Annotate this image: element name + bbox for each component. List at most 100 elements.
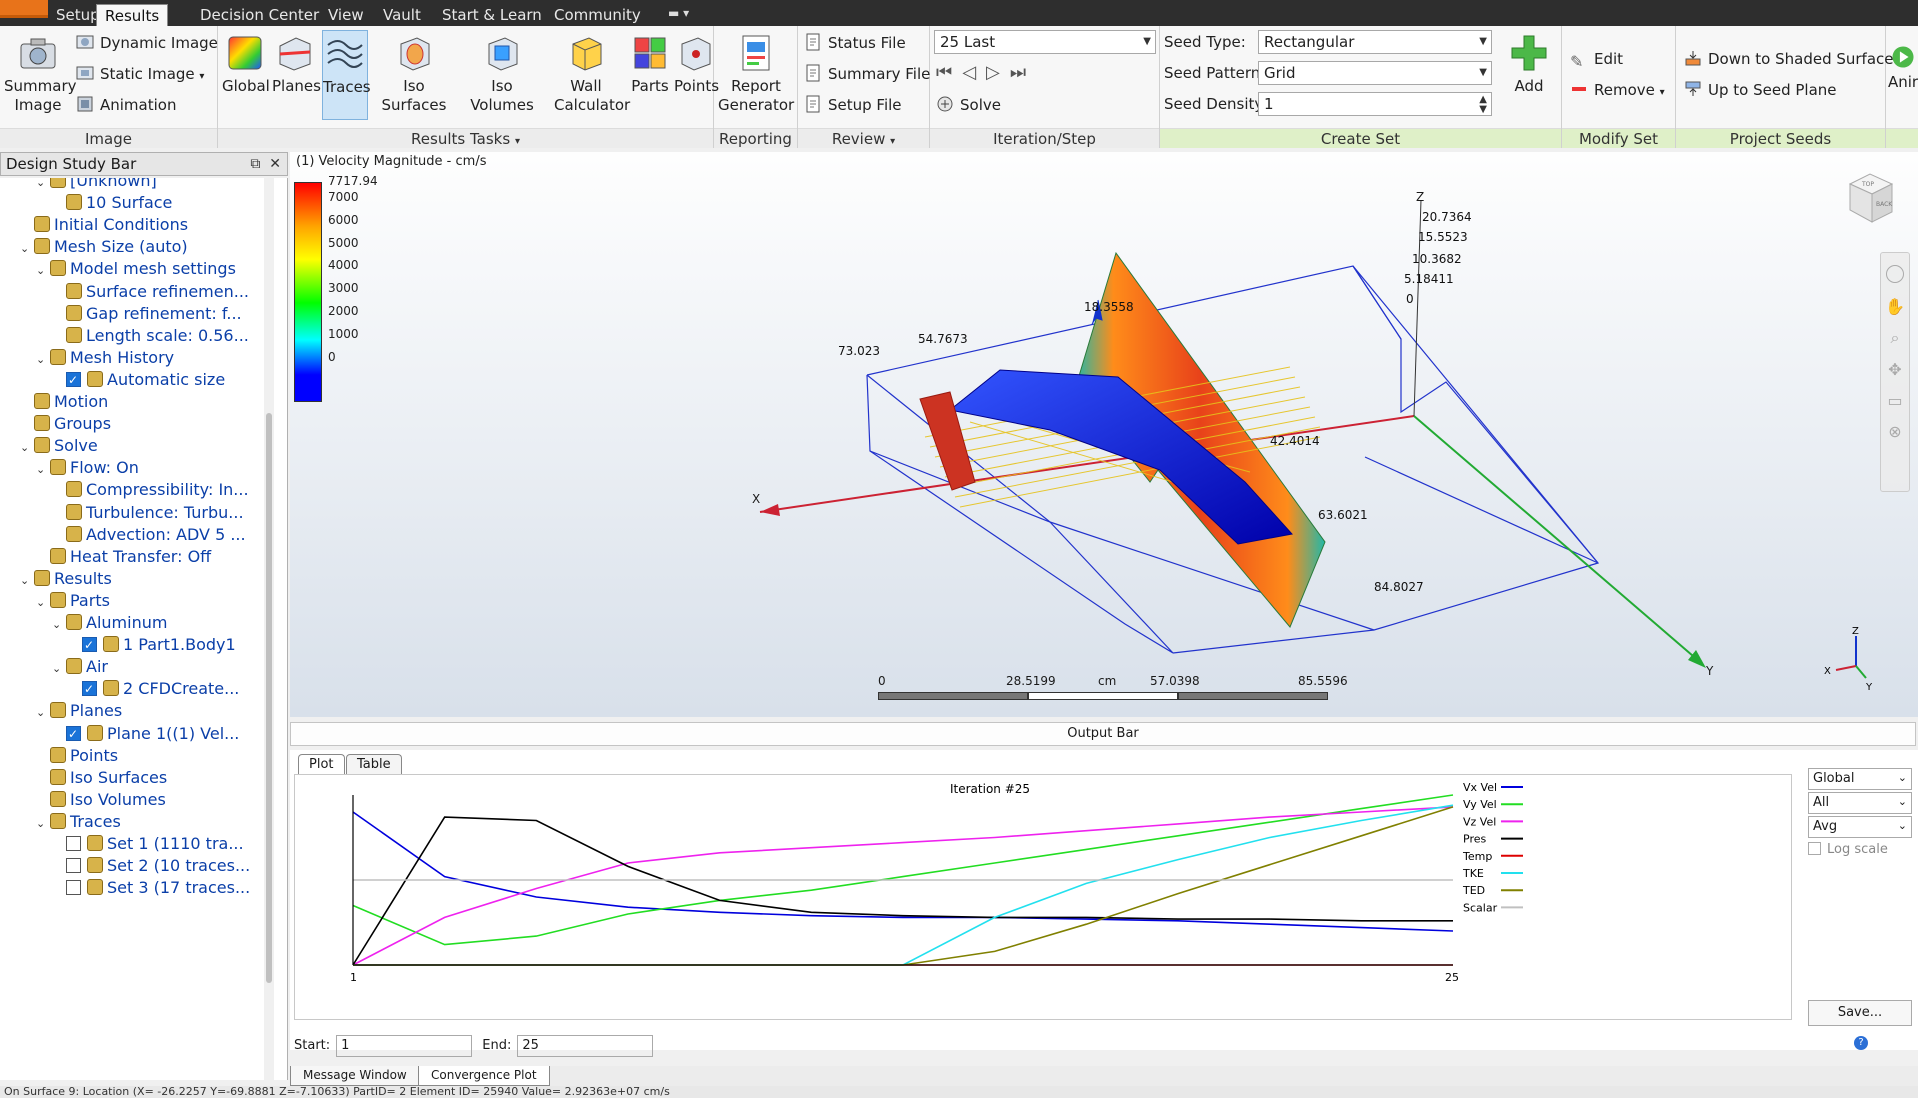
animation-button[interactable]: Animation xyxy=(76,92,176,118)
pan-icon[interactable]: ✋ xyxy=(1881,297,1909,316)
look-icon[interactable]: ▭ xyxy=(1881,391,1909,410)
visibility-checkbox[interactable] xyxy=(66,836,81,851)
tree-item-label: Results xyxy=(54,568,112,588)
wall-calculator-button[interactable]: Wall Calculator xyxy=(548,30,630,120)
save-plot-button[interactable]: Save... xyxy=(1808,1000,1912,1026)
settings-icon[interactable]: ⊗ xyxy=(1881,422,1909,441)
close-icon[interactable]: ✕ xyxy=(269,156,281,172)
iso-surfaces-button[interactable]: Iso Surfaces xyxy=(372,30,456,120)
series-line-vz-vel xyxy=(352,806,1454,966)
report-icon xyxy=(742,35,770,71)
tab-start-learn[interactable]: Start & Learn xyxy=(434,4,550,26)
zoom-icon[interactable]: ⌕ xyxy=(1881,328,1909,348)
expand-chevron-icon[interactable]: ⌄ xyxy=(36,457,50,483)
iso-surfaces-icon xyxy=(400,37,430,71)
parts-select[interactable]: All ⌄ xyxy=(1808,792,1912,814)
summary-image-button[interactable]: Summary Image xyxy=(4,30,77,120)
tab-message-window[interactable]: Message Window xyxy=(290,1066,420,1086)
expand-chevron-icon[interactable]: ⌄ xyxy=(36,590,50,616)
expand-chevron-icon[interactable]: ⌄ xyxy=(36,178,50,196)
iso-volumes-button[interactable]: Iso Volumes xyxy=(460,30,544,120)
static-image-button[interactable]: Static Image ▾ xyxy=(76,61,204,87)
planes-button[interactable]: Planes xyxy=(272,30,321,120)
remove-set-button[interactable]: Remove ▾ xyxy=(1570,77,1665,103)
stepper-arrows-icon[interactable]: ▲ ▼ xyxy=(1479,95,1487,115)
expand-chevron-icon[interactable]: ⌄ xyxy=(36,700,50,726)
animation-play-label: Anir xyxy=(1888,73,1918,91)
tree-item-label: Motion xyxy=(54,392,109,411)
expand-chevron-icon[interactable]: ⌄ xyxy=(20,568,34,594)
visibility-checkbox[interactable] xyxy=(66,721,81,747)
next-step-icon[interactable]: ▷ xyxy=(986,62,1010,83)
expand-chevron-icon[interactable]: ⌄ xyxy=(52,656,66,682)
review-group-label[interactable]: Review ▾ xyxy=(798,128,929,148)
visibility-checkbox[interactable] xyxy=(82,676,97,702)
statistic-select[interactable]: Avg ⌄ xyxy=(1808,816,1912,838)
solve-button[interactable]: Solve xyxy=(936,92,1001,118)
chevron-down-icon[interactable]: ▾ xyxy=(199,71,204,82)
seed-pattern-select[interactable]: Grid ▼ xyxy=(1258,61,1492,85)
parts-button[interactable]: Parts xyxy=(628,30,672,120)
application-menu-button[interactable] xyxy=(0,0,48,18)
quick-access-dropdown-icon[interactable]: ▬ ▾ xyxy=(668,6,704,22)
up-to-seed-plane-button[interactable]: Up to Seed Plane xyxy=(1684,77,1837,103)
scrollbar-thumb[interactable] xyxy=(266,413,272,983)
expand-chevron-icon[interactable]: ⌄ xyxy=(36,811,50,837)
tab-table[interactable]: Table xyxy=(346,754,402,774)
design-study-bar-title: Design Study Bar xyxy=(6,155,137,173)
visibility-checkbox[interactable] xyxy=(66,367,81,393)
seed-density-stepper[interactable]: 1 ▲ ▼ xyxy=(1258,92,1492,116)
planes-label: Planes xyxy=(272,77,321,95)
expand-chevron-icon[interactable]: ⌄ xyxy=(52,612,66,638)
tree-scrollbar[interactable] xyxy=(264,178,274,1080)
tab-vault[interactable]: Vault xyxy=(375,4,429,26)
animation-play-button[interactable]: Anir xyxy=(1888,30,1918,120)
float-panel-icon[interactable]: ⧉ xyxy=(250,156,260,172)
traces-button[interactable]: Traces xyxy=(322,30,371,120)
tab-view[interactable]: View xyxy=(320,4,372,26)
tab-plot[interactable]: Plot xyxy=(298,754,345,774)
checkbox-box[interactable] xyxy=(1808,842,1821,855)
tab-convergence-plot[interactable]: Convergence Plot xyxy=(418,1066,550,1086)
first-step-icon[interactable]: ⏮ xyxy=(936,62,962,83)
help-icon[interactable]: ? xyxy=(1854,1036,1868,1050)
start-input[interactable]: 1 xyxy=(336,1035,473,1057)
tree-item-label: Iso Volumes xyxy=(70,789,166,809)
tab-community[interactable]: Community xyxy=(546,4,649,26)
expand-chevron-icon[interactable]: ⌄ xyxy=(36,258,50,284)
expand-chevron-icon[interactable]: ⌄ xyxy=(36,347,50,373)
tab-results[interactable]: Results xyxy=(96,4,169,26)
legend-entry-label: TKE xyxy=(1462,867,1484,880)
status-file-button[interactable]: Status File xyxy=(804,30,906,56)
visibility-checkbox[interactable] xyxy=(66,858,81,874)
seed-type-select[interactable]: Rectangular ▼ xyxy=(1258,30,1492,54)
add-set-button[interactable]: Add xyxy=(1502,30,1556,120)
orbit-icon[interactable]: ✥ xyxy=(1881,360,1909,379)
down-to-shaded-surface-button[interactable]: Down to Shaded Surface xyxy=(1684,46,1894,72)
tab-decision-center[interactable]: Decision Center xyxy=(192,4,327,26)
summary-file-button[interactable]: Summary File xyxy=(804,61,930,87)
steering-wheel-icon[interactable] xyxy=(1886,265,1904,283)
previous-step-icon[interactable]: ◁ xyxy=(962,62,986,83)
scope-select[interactable]: Global ⌄ xyxy=(1808,768,1912,790)
edit-set-button[interactable]: ✎ Edit xyxy=(1570,46,1623,72)
viewcube-icon[interactable]: TOP BACK xyxy=(1840,170,1898,228)
3d-viewport[interactable]: (1) Velocity Magnitude - cm/s 7717.94 70… xyxy=(290,152,1918,717)
visibility-checkbox[interactable] xyxy=(66,880,81,896)
last-step-icon[interactable]: ⏭ xyxy=(1010,62,1036,83)
iteration-select[interactable]: 25 Last ▼ xyxy=(934,30,1156,54)
points-button[interactable]: Points xyxy=(674,30,719,120)
log-scale-checkbox[interactable]: Log scale xyxy=(1808,842,1888,857)
global-button[interactable]: Global xyxy=(222,30,270,120)
report-generator-button[interactable]: Report Generator xyxy=(718,30,794,120)
step-controls: ⏮◁▷⏭ xyxy=(936,60,1036,86)
expand-chevron-icon[interactable]: ⌄ xyxy=(20,435,34,461)
setup-file-button[interactable]: Setup File xyxy=(804,92,902,118)
visibility-checkbox[interactable] xyxy=(82,632,97,658)
tree-item[interactable]: Set 3 (17 traces... xyxy=(66,875,250,901)
expand-chevron-icon[interactable]: ⌄ xyxy=(20,236,34,262)
dynamic-image-button[interactable]: Dynamic Image xyxy=(76,30,218,56)
chevron-down-icon[interactable]: ▾ xyxy=(1660,87,1665,98)
results-tasks-group-label[interactable]: Results Tasks ▾ xyxy=(218,128,713,148)
end-input[interactable]: 25 xyxy=(517,1035,654,1057)
